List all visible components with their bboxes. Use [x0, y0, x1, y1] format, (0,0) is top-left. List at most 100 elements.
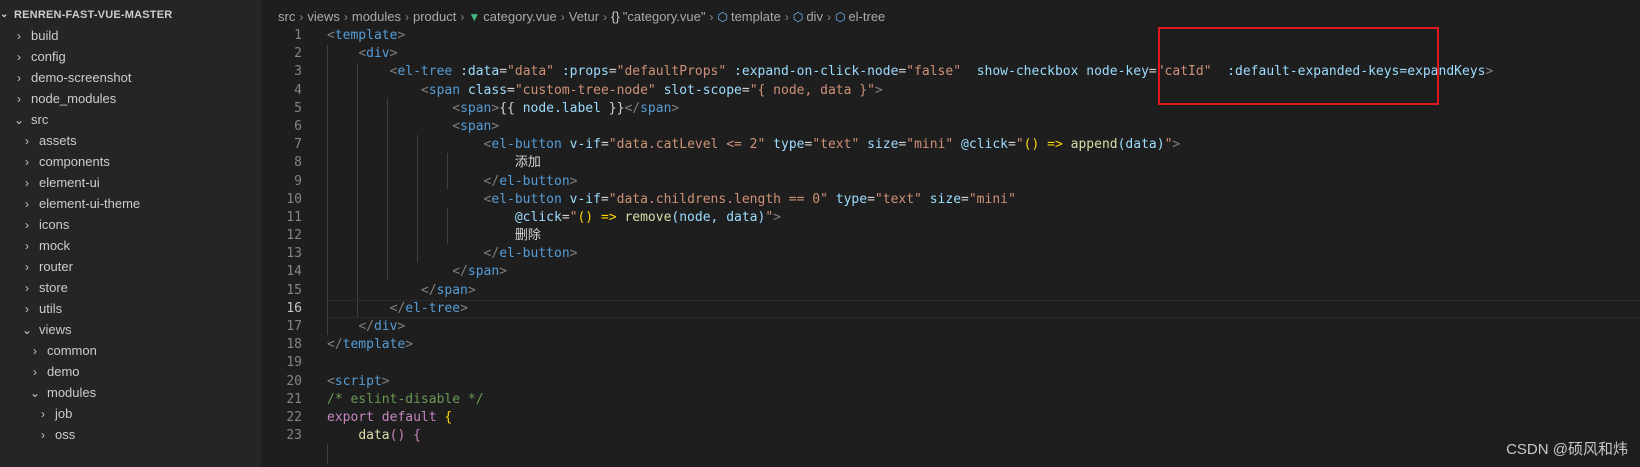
- tree-item-mock[interactable]: › mock: [0, 235, 262, 256]
- code-token: div: [366, 46, 390, 62]
- tree-item-build[interactable]: › build: [0, 25, 262, 46]
- line-number: 22: [286, 409, 302, 425]
- code-line: 6 <span>: [262, 118, 1640, 136]
- code-token: type: [773, 137, 805, 153]
- code-token: append: [1070, 137, 1118, 153]
- tree-item-views[interactable]: ⌄ views: [0, 319, 262, 340]
- tree-item-assets[interactable]: › assets: [0, 130, 262, 151]
- symbol-icon: ⬡: [717, 9, 728, 24]
- tree-item-element-ui[interactable]: › element-ui: [0, 172, 262, 193]
- breadcrumb-template[interactable]: template: [731, 9, 781, 24]
- code-line: 14 </span>: [262, 263, 1640, 281]
- tree-item-demo[interactable]: › demo: [0, 361, 262, 382]
- tree-item-element-ui-theme[interactable]: › element-ui-theme: [0, 193, 262, 214]
- code-token: span: [428, 82, 461, 98]
- line-number: 5: [294, 100, 302, 116]
- chevron-right-icon: ›: [25, 196, 29, 211]
- chevron-right-icon: ›: [25, 280, 29, 295]
- chevron-right-icon: ›: [603, 9, 608, 24]
- code-token: template: [342, 337, 406, 353]
- code-token: "data.catLevel <= 2": [608, 137, 766, 153]
- code-token: node-key: [1086, 64, 1149, 80]
- chevron-right-icon: ›: [784, 9, 789, 24]
- code-token: (node, data): [671, 209, 766, 225]
- line-number: 9: [294, 173, 302, 189]
- chevron-right-icon: ›: [25, 259, 29, 274]
- tree-item-components[interactable]: › components: [0, 151, 262, 172]
- code-token: 添加: [514, 155, 541, 171]
- tree-item-label: mock: [39, 238, 71, 253]
- explorer-project-header[interactable]: ⌄ RENREN-FAST-VUE-MASTER: [0, 4, 262, 25]
- code-token: {: [413, 428, 421, 444]
- code-token: show-checkbox: [976, 64, 1079, 80]
- line-number: 19: [286, 355, 302, 371]
- code-token: :props: [561, 64, 609, 80]
- tree-item-config[interactable]: › config: [0, 46, 262, 67]
- tree-item-label: store: [39, 280, 68, 295]
- breadcrumb-modules[interactable]: modules: [352, 9, 401, 24]
- line-number: 21: [286, 391, 302, 407]
- tree-item-icons[interactable]: › icons: [0, 214, 262, 235]
- code-token: div: [373, 319, 398, 334]
- tree-item-src[interactable]: ⌄ src: [0, 109, 262, 130]
- code-line: 18 </template>: [262, 336, 1640, 354]
- code-line: 17 </div>: [262, 318, 1640, 336]
- chevron-right-icon: ›: [405, 9, 409, 24]
- code-line: 10 <el-button v-if="data.childrens.lengt…: [262, 191, 1640, 209]
- code-token: span: [436, 282, 468, 298]
- code-token: {: [444, 409, 453, 425]
- code-token: :data: [460, 64, 500, 80]
- tree-item-job[interactable]: › job: [0, 403, 262, 424]
- code-line: 21 /* eslint-disable */: [262, 391, 1640, 409]
- line-number: 17: [286, 319, 302, 334]
- tree-item-router[interactable]: › router: [0, 256, 262, 277]
- code-token: ": [765, 209, 774, 225]
- tree-item-modules[interactable]: ⌄ modules: [0, 382, 262, 403]
- tree-item-common[interactable]: › common: [0, 340, 262, 361]
- tree-item-label: common: [47, 343, 97, 358]
- code-token: node.label: [522, 100, 601, 116]
- tree-item-label: demo-screenshot: [31, 70, 132, 85]
- code-token: "text": [874, 191, 922, 207]
- code-token: 删除: [514, 228, 541, 244]
- tree-item-label: src: [31, 112, 49, 127]
- tree-item-oss[interactable]: › oss: [0, 424, 262, 445]
- code-token: size: [929, 191, 962, 207]
- breadcrumb-product[interactable]: product: [413, 9, 456, 24]
- code-token: class: [467, 82, 508, 98]
- chevron-right-icon: ›: [25, 154, 29, 169]
- code-token: }}: [608, 100, 625, 116]
- code-token: script: [334, 373, 382, 389]
- tree-item-node-modules[interactable]: › node_modules: [0, 88, 262, 109]
- breadcrumb-views[interactable]: views: [307, 9, 340, 24]
- tree-item-demo-screenshot[interactable]: › demo-screenshot: [0, 67, 262, 88]
- breadcrumb-src[interactable]: src: [278, 9, 295, 24]
- chevron-right-icon: ›: [17, 91, 21, 106]
- chevron-right-icon: ›: [25, 217, 29, 232]
- code-line: 23 data() {: [262, 427, 1640, 445]
- tree-item-utils[interactable]: › utils: [0, 298, 262, 319]
- line-number: 13: [286, 246, 302, 262]
- line-number: 10: [286, 191, 302, 207]
- breadcrumb-vetur-file[interactable]: "category.vue": [623, 9, 706, 24]
- line-number: 23: [286, 428, 302, 444]
- code-token: "false": [906, 64, 962, 80]
- line-number: 12: [286, 228, 302, 244]
- tree-item-label: icons: [39, 217, 70, 232]
- code-token: el-tree: [405, 300, 461, 316]
- tree-item-label: assets: [39, 133, 77, 148]
- code-token: (data): [1117, 137, 1165, 153]
- breadcrumb-div[interactable]: div: [806, 9, 823, 24]
- code-token: {{: [499, 100, 515, 116]
- symbol-icon: ⬡: [834, 9, 846, 24]
- breadcrumb-vetur[interactable]: Vetur: [569, 9, 599, 24]
- braces-icon: {}: [611, 9, 620, 24]
- breadcrumb-el-tree[interactable]: el-tree: [848, 9, 885, 24]
- code-line: 9 </el-button>: [262, 173, 1640, 191]
- tree-item-store[interactable]: › store: [0, 277, 262, 298]
- breadcrumb-file[interactable]: category.vue: [483, 9, 556, 24]
- line-number: 4: [294, 82, 302, 98]
- tree-item-label: oss: [55, 427, 76, 442]
- watermark: CSDN @硕风和炜: [1506, 441, 1628, 458]
- chevron-right-icon: ›: [17, 70, 21, 85]
